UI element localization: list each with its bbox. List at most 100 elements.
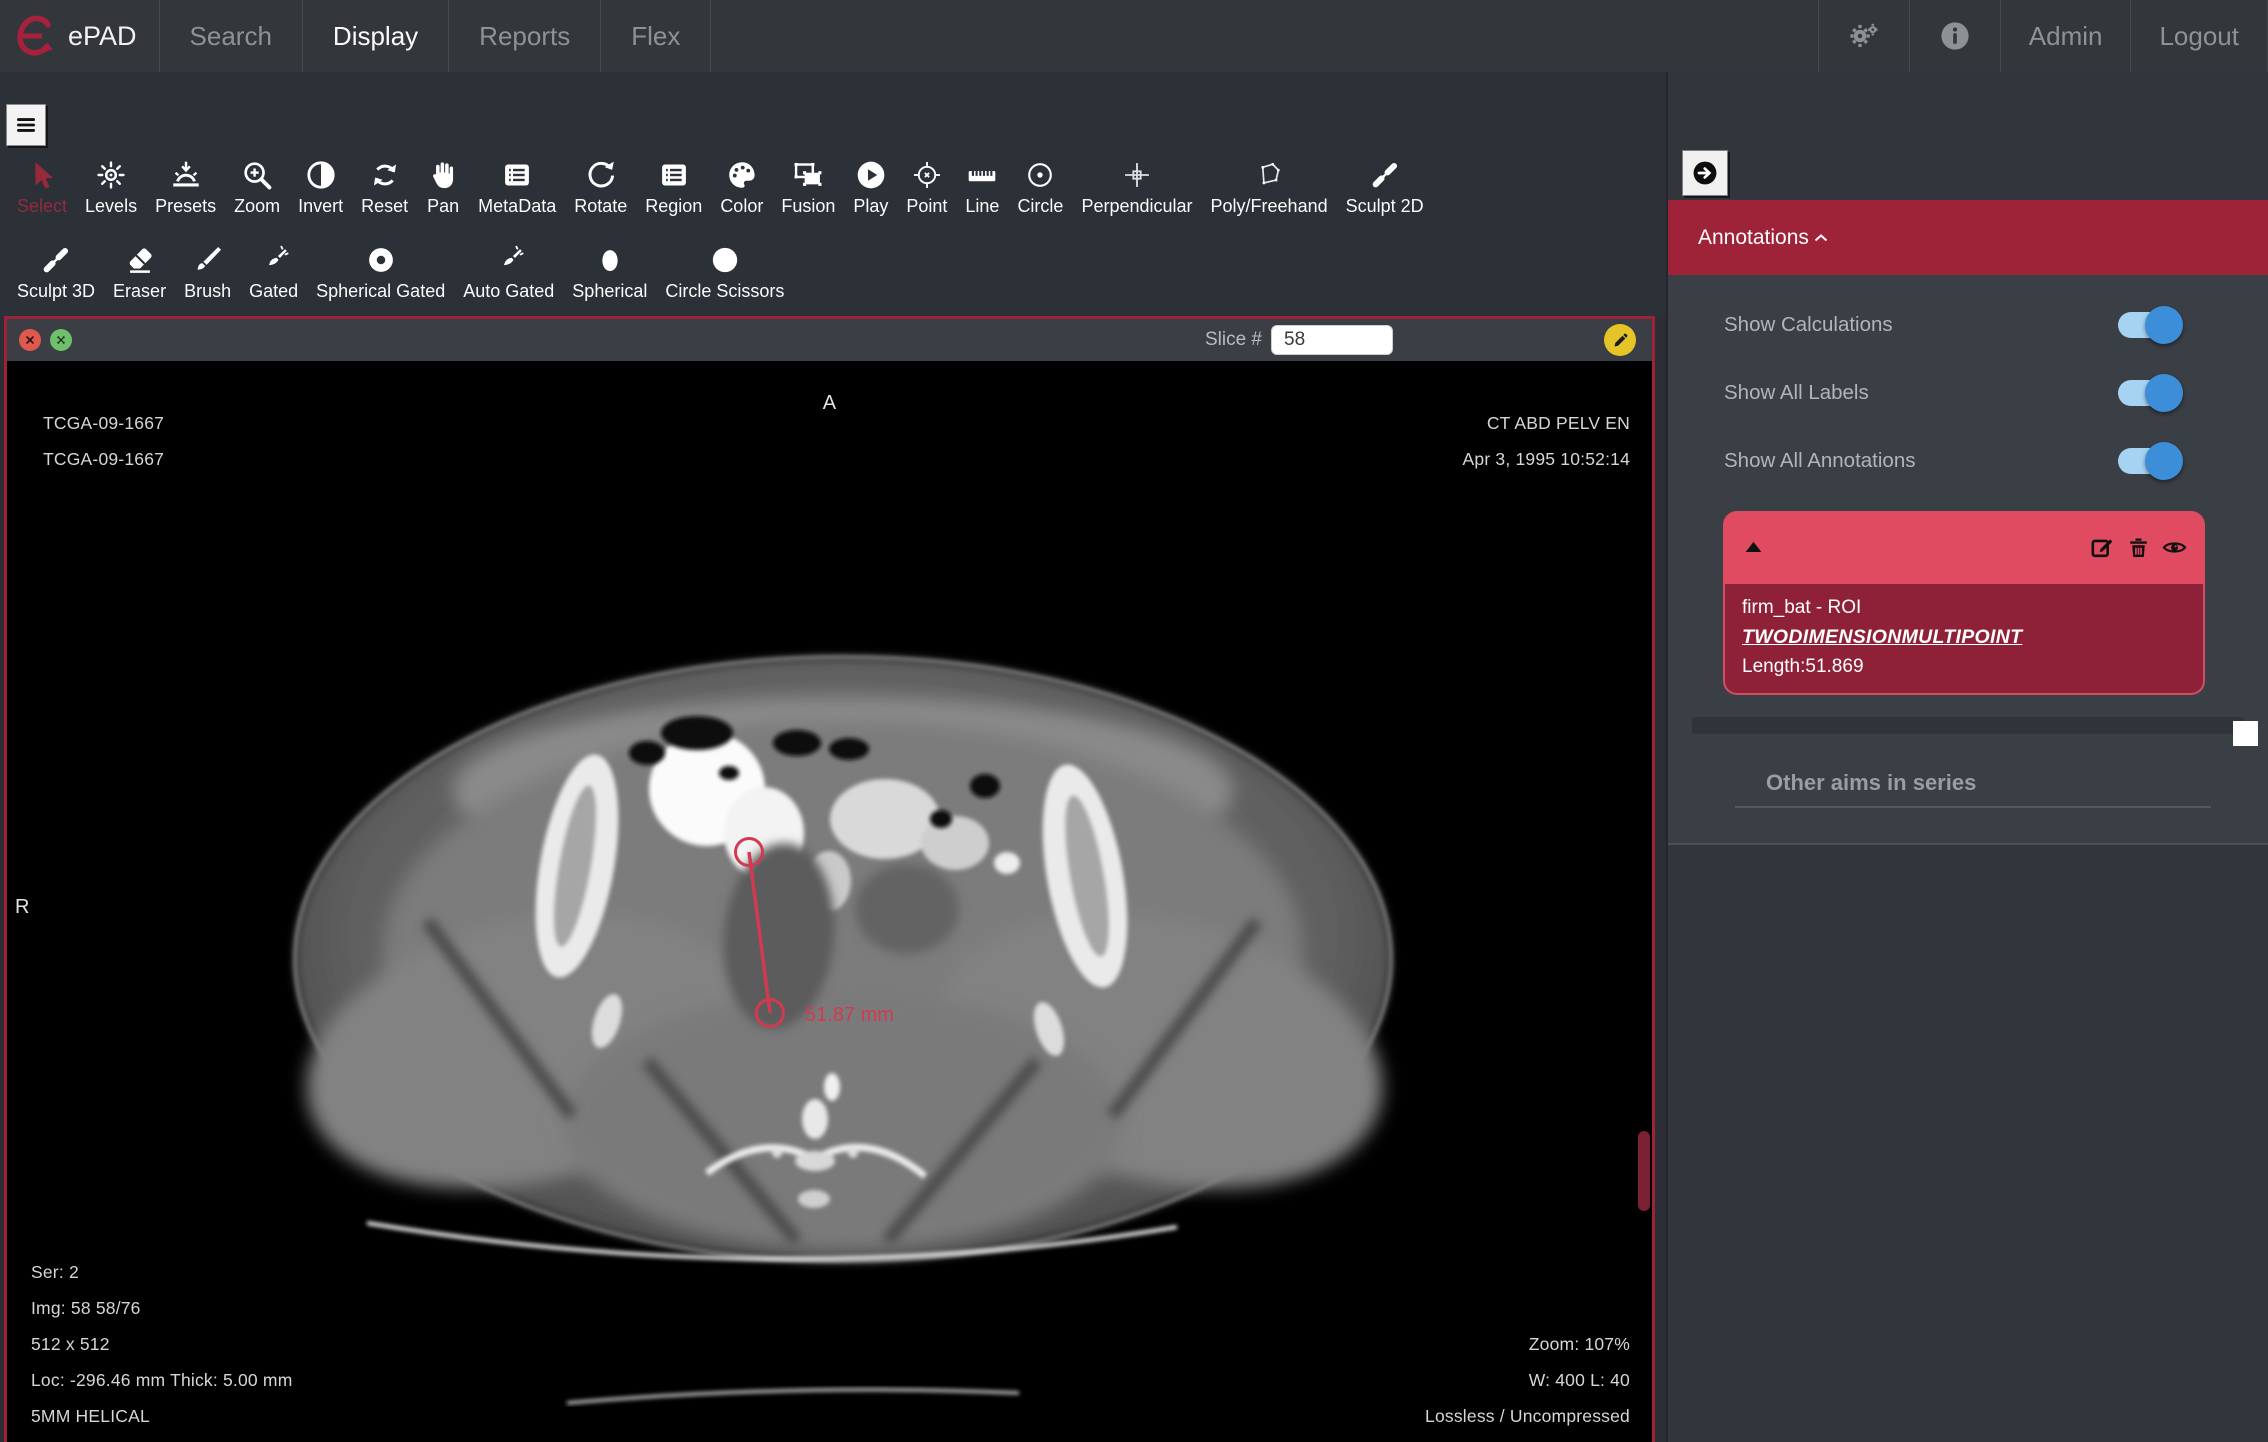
display-info-overlay: Zoom: 107% W: 400 L: 40 Lossless / Uncompr… [1425,1326,1630,1434]
tool-presets[interactable]: Presets [155,158,216,217]
close-viewport-button[interactable] [19,329,41,351]
tool-sculpt-3d[interactable]: Sculpt 3D [17,243,95,302]
tool-brush[interactable]: Brush [184,243,231,302]
info-button[interactable] [1908,0,2000,72]
epad-app: { "nav": { "brand": "ePAD", "logo_icon":… [0,0,2268,1442]
sculpt-pen [1372,162,1397,188]
tool-perpendicular[interactable]: Perpendicular [1081,158,1193,217]
tool-metadata[interactable]: MetaData [478,158,556,217]
annotate-pencil-button[interactable] [1604,324,1636,356]
tool-gated[interactable]: Gated [249,243,298,302]
play-circle [857,161,885,189]
toggle-knob [2145,442,2183,480]
tool-label: Eraser [113,281,167,301]
dicom-image-area[interactable]: 51.87 mm TCGA-09-1667 TCGA-09-1667 CT ABD… [7,361,1652,1442]
menu-button[interactable] [6,104,46,146]
refresh [373,164,396,186]
tool-label: Reset [361,196,409,216]
toggle-label: Show All Annotations [1724,449,1916,472]
triangle-up-icon [1745,541,1762,552]
toggle-switch-show-calculations[interactable] [2118,306,2183,344]
top-nav: ePAD Search Display Reports Flex Admin Logo… [0,0,2268,72]
toggle-switch-show-all-annotations[interactable] [2118,442,2183,480]
overlay-line: Img: 58 58/76 [31,1298,141,1318]
tool-auto-gated[interactable]: Auto Gated [463,243,554,302]
settings-button[interactable] [1817,0,1909,72]
overlay-line: TCGA-09-1667 [43,449,165,469]
tool-label: Color [720,196,764,216]
tool-select[interactable]: Select [17,158,67,217]
tool-label: Auto Gated [463,281,555,301]
slice-number-label: Slice # [1204,329,1262,350]
tool-label: Point [906,196,948,216]
tab-search[interactable]: Search [158,0,302,72]
logout-button[interactable]: Logout [2130,0,2268,72]
tool-spherical-gated[interactable]: Spherical Gated [316,243,445,302]
tool-reset[interactable]: Reset [361,158,408,217]
eraser [129,248,152,273]
sidebar-collapse-button[interactable] [1682,150,1728,196]
chevron-up-icon [1814,233,1828,241]
panel-resize-handle[interactable] [2233,721,2258,746]
cursor [35,161,54,189]
tool-sculpt-2d[interactable]: Sculpt 2D [1346,158,1424,217]
annotations-panel-header[interactable]: Annotations [1668,200,2268,275]
tool-color[interactable]: Color [720,158,763,217]
half-circle [307,161,335,189]
brand-name: ePAD [68,20,137,51]
tool-line[interactable]: Line [965,158,999,217]
tool-label: Circle [1017,196,1064,216]
tool-poly-freehand[interactable]: Poly/Freehand [1211,158,1328,217]
annotation-card[interactable]: firm_bat - ROI TWODIMENSIONMULTIPOINT Le… [1723,511,2205,695]
overlay-line: 512 x 512 [31,1334,110,1354]
tool-invert[interactable]: Invert [298,158,343,217]
tool-label: Brush [184,281,232,301]
tab-reports[interactable]: Reports [448,0,600,72]
toggle-switch-show-all-labels[interactable] [2118,374,2183,412]
tool-point[interactable]: Point [906,158,947,217]
tool-label: Perpendicular [1081,196,1193,216]
annotation-collapse-button[interactable] [1740,534,1767,561]
annotation-visibility-button[interactable] [2161,534,2188,561]
tool-pan[interactable]: Pan [426,158,460,217]
arrow-right-icon [1693,161,1717,185]
tool-spherical[interactable]: Spherical [572,243,647,302]
annotations-panel: Annotations Show Calculations Show All La… [1668,200,2268,845]
gears-icon [1850,23,1878,48]
epad-brand[interactable]: ePAD [0,0,159,72]
nav-tabs: Search Display Reports Flex [158,0,712,72]
epad-logo-icon [17,15,53,56]
annotation-edit-button[interactable] [2089,534,2116,561]
ruler [969,171,996,182]
annotation-card-header [1723,511,2205,584]
filled-circle [712,247,738,273]
tool-label: Zoom [234,196,281,216]
tool-circle-scissors[interactable]: Circle Scissors [665,243,784,302]
edit-icon [2091,539,2113,558]
sculpt-pen [43,247,69,273]
overlay-line: Ser: 2 [31,1262,79,1282]
tool-play[interactable]: Play [853,158,888,217]
tool-levels[interactable]: Levels [85,158,137,217]
admin-button[interactable]: Admin [1999,0,2131,72]
viewer-scrollbar-thumb[interactable] [1638,1131,1650,1211]
tool-eraser[interactable]: Eraser [113,243,166,302]
tool-label: Levels [85,196,138,216]
annotation-length: Length:51.869 [1742,656,1864,677]
egg [602,250,618,272]
tool-rotate[interactable]: Rotate [574,158,627,217]
tab-flex[interactable]: Flex [600,0,710,72]
tool-circle[interactable]: Circle [1017,158,1063,217]
image-viewport[interactable]: Slice # 58 51.87 mm TCGA-09-1667 TCGA-09… [4,316,1655,1442]
tool-zoom[interactable]: Zoom [234,158,280,217]
tool-region[interactable]: Region [645,158,702,217]
tab-display[interactable]: Display [301,0,448,72]
overlay-line: Apr 3, 1995 10:52:14 [1462,449,1630,469]
expand-viewport-button[interactable] [50,329,72,351]
slice-number-input[interactable] [1271,325,1393,355]
expand-icon [57,336,65,344]
annotation-delete-button[interactable] [2125,534,2152,561]
close-icon [26,336,34,344]
tool-fusion[interactable]: Fusion [781,158,835,217]
annotation-shape-type: TWODIMENSIONMULTIPOINT [1742,626,2023,648]
